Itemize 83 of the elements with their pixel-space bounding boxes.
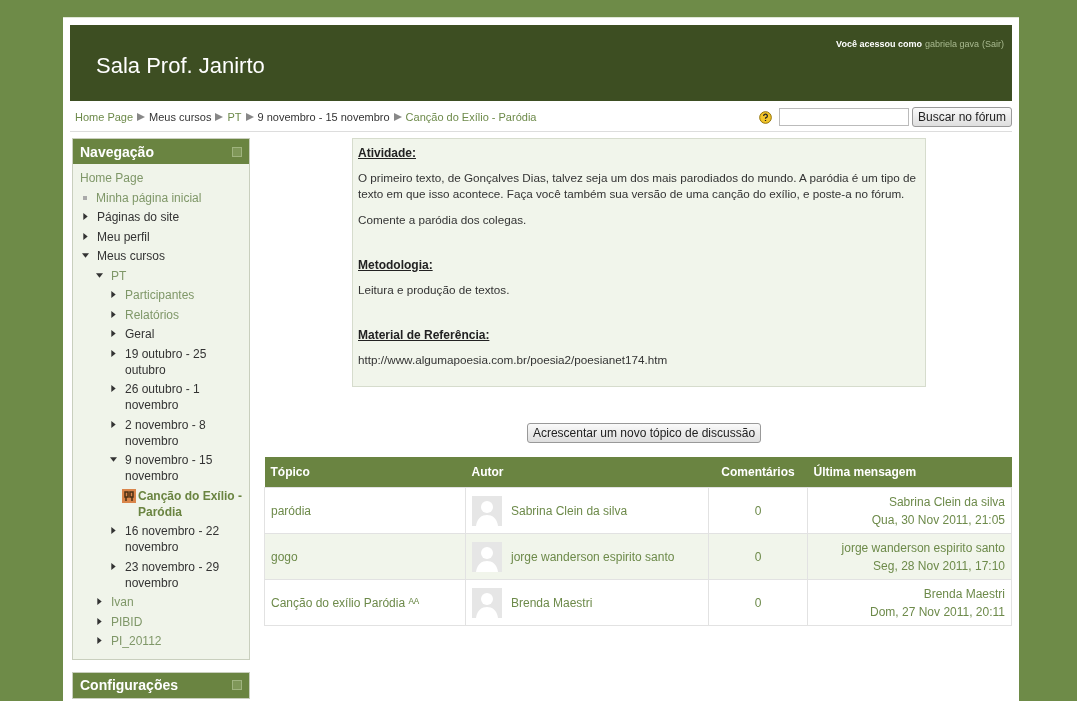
comment-count[interactable]: 0: [754, 595, 762, 610]
nav-item[interactable]: PT: [111, 265, 127, 285]
nav-item[interactable]: Ivan: [111, 592, 134, 612]
nav-item[interactable]: 9 novembro - 15 novembro: [125, 450, 243, 486]
breadcrumb-link[interactable]: Home Page: [75, 111, 134, 123]
collapsed-arrow-icon[interactable]: [110, 310, 117, 318]
collapsed-arrow-icon[interactable]: [110, 527, 117, 534]
nav-item[interactable]: Meu perfil: [97, 226, 150, 246]
nav-item[interactable]: Meus cursos: [97, 246, 166, 266]
separator-icon: [393, 113, 402, 121]
expanded-arrow-icon[interactable]: [82, 252, 89, 259]
avatar-icon: [472, 541, 502, 572]
block-title: Configurações: [80, 677, 178, 693]
logout-link[interactable]: (Sair): [982, 39, 1004, 49]
collapsed-arrow-icon[interactable]: [96, 598, 103, 605]
search-field[interactable]: [778, 108, 909, 126]
collapsed-arrow-icon[interactable]: [110, 330, 117, 337]
column-header: Tópico: [264, 457, 466, 488]
section-heading: Atividade:: [358, 146, 417, 160]
last-post-date[interactable]: Dom, 27 Nov 2011, 20:11: [870, 604, 1005, 619]
last-post-author[interactable]: jorge wanderson espirito santo: [841, 540, 1005, 555]
nav-item[interactable]: 19 outubro - 25 outubro: [125, 343, 243, 379]
section-heading: Metodologia:: [358, 258, 434, 272]
breadcrumb-link[interactable]: Meus cursos: [149, 111, 212, 123]
login-info: Você acessou como: [836, 39, 922, 49]
help-icon[interactable]: [758, 110, 772, 124]
last-post-date[interactable]: Seg, 28 Nov 2011, 17:10: [873, 558, 1005, 573]
last-post-author[interactable]: Brenda Maestri: [923, 586, 1005, 601]
collapsed-arrow-icon[interactable]: [110, 562, 117, 570]
avatar-icon: [472, 587, 502, 618]
user-link[interactable]: gabriela gava: [924, 39, 979, 49]
breadcrumb-link[interactable]: PT: [227, 111, 242, 123]
nav-item[interactable]: Participantes: [125, 285, 195, 305]
search-button[interactable]: Buscar no fórum: [911, 107, 1012, 127]
breadcrumb-link[interactable]: Canção do Exílio - Paródia: [405, 111, 537, 123]
collapsed-arrow-icon[interactable]: [82, 232, 89, 240]
column-header: Última mensagem: [807, 457, 1012, 488]
nav-item[interactable]: Home Page: [80, 168, 144, 188]
nav-item[interactable]: PIBID: [111, 611, 143, 631]
collapsed-arrow-icon[interactable]: [96, 637, 103, 644]
paragraph: http://www.algumapoesia.com.br/poesia2/poesianet174.htm: [358, 352, 669, 368]
collapsed-arrow-icon[interactable]: [110, 420, 117, 428]
paragraph: Comente a paródia dos colegas.: [358, 212, 528, 228]
collapsed-arrow-icon[interactable]: [110, 291, 117, 298]
comment-count[interactable]: 0: [754, 549, 762, 564]
topic-link[interactable]: paródia: [271, 503, 312, 518]
column-header: Comentários: [708, 457, 808, 488]
last-post-author[interactable]: Sabrina Clein da silva: [888, 494, 1005, 509]
paragraph: O primeiro texto, de Gonçalves Dias, talvez seja um dos mais parodiados do mundo. A paródia é um tipo de texto em que isso acontece. Faça você também sua versão de uma canção do exílio, e poste-a no fórum.: [358, 170, 918, 202]
topic-link[interactable]: gogo: [271, 549, 298, 564]
collapsed-arrow-icon[interactable]: [110, 385, 117, 392]
last-post-date[interactable]: Qua, 30 Nov 2011, 21:05: [871, 512, 1005, 527]
separator-icon: [215, 113, 224, 121]
section-heading: Material de Referência:: [358, 328, 491, 342]
expanded-arrow-icon[interactable]: [110, 456, 117, 463]
expanded-arrow-icon[interactable]: [96, 271, 103, 279]
forum-icon: [122, 488, 136, 503]
nav-item[interactable]: Canção do Exílio - Paródia: [138, 485, 243, 521]
nav-item[interactable]: 26 outubro - 1 novembro: [125, 379, 243, 415]
column-header: Autor: [465, 457, 709, 488]
collapsed-arrow-icon[interactable]: [82, 213, 89, 220]
collapsed-arrow-icon[interactable]: [110, 349, 117, 357]
collapsed-arrow-icon[interactable]: [96, 617, 103, 625]
separator-icon: [137, 113, 146, 121]
paragraph: Leitura e produção de textos.: [358, 282, 511, 298]
avatar-icon: [472, 495, 502, 526]
nav-item[interactable]: Páginas do site: [97, 207, 180, 227]
nav-item[interactable]: Relatórios: [125, 304, 180, 324]
site-title: Sala Prof. Janirto: [96, 53, 265, 79]
nav-item[interactable]: PI_20112: [111, 631, 162, 651]
comment-count[interactable]: 0: [754, 503, 762, 518]
separator-icon: [245, 113, 254, 121]
nav-item[interactable]: Minha página inicial: [96, 187, 202, 207]
nav-item[interactable]: 23 novembro - 29 novembro: [125, 556, 243, 592]
nav-item[interactable]: Geral: [125, 324, 155, 344]
author-link[interactable]: Brenda Maestri: [511, 595, 593, 610]
author-link[interactable]: Sabrina Clein da silva: [511, 503, 628, 518]
add-topic-button[interactable]: Acrescentar um novo tópico de discussão: [526, 423, 762, 443]
bullet-icon: [83, 195, 87, 200]
breadcrumb-link[interactable]: 9 novembro - 15 novembro: [257, 111, 390, 123]
nav-item[interactable]: 16 novembro - 22 novembro: [125, 521, 243, 557]
block-title: Navegação: [80, 143, 154, 160]
nav-item[interactable]: 2 novembro - 8 novembro: [125, 414, 243, 450]
